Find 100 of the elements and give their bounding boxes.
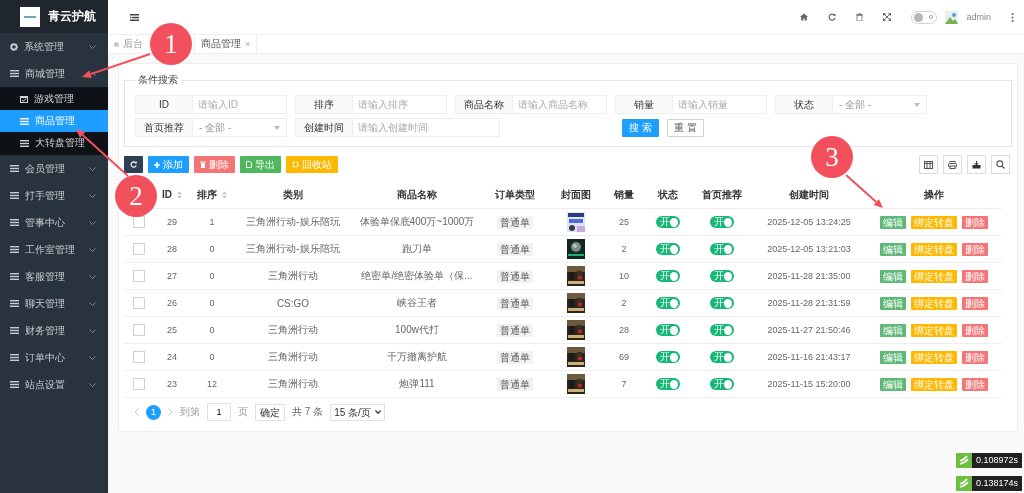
checkbox[interactable]	[133, 216, 145, 228]
fullscreen-icon[interactable]	[883, 13, 892, 21]
checkbox[interactable]	[133, 297, 145, 309]
edit-button[interactable]: 编辑	[880, 242, 906, 256]
sidebar-item[interactable]: 财务管理	[0, 317, 108, 344]
edit-button[interactable]: 编辑	[880, 215, 906, 229]
page-size-select[interactable]: 15 条/页	[330, 403, 385, 421]
input-field[interactable]: 请输入排序	[353, 95, 447, 114]
select-field[interactable]: - 全部 -	[193, 118, 287, 137]
toggle-switch[interactable]: 开	[710, 351, 734, 363]
sidebar-item[interactable]: 管事中心	[0, 209, 108, 236]
input-field[interactable]: 请输入商品名称	[513, 95, 607, 114]
checkbox[interactable]	[133, 378, 145, 390]
checkbox[interactable]	[133, 324, 145, 336]
checkbox[interactable]	[133, 351, 145, 363]
toggle-switch[interactable]: 开	[656, 243, 680, 255]
toggle-switch[interactable]: 开	[710, 243, 734, 255]
toggle-switch[interactable]: 开	[710, 297, 734, 309]
sidebar-item[interactable]: 订单中心	[0, 344, 108, 371]
table-cell: 25	[619, 217, 629, 227]
toggle-switch[interactable]: 开	[656, 324, 680, 336]
table-cell: CS:GO	[276, 297, 310, 309]
bind-button[interactable]: 绑定转盘	[911, 215, 957, 229]
trash-icon[interactable]	[856, 13, 864, 21]
page-tab[interactable]: 商品管理 ×	[194, 35, 258, 53]
select-field[interactable]: - 全部 -	[833, 95, 927, 114]
toggle-switch[interactable]: 开	[656, 351, 680, 363]
bind-button[interactable]: 绑定转盘	[911, 296, 957, 310]
input-field[interactable]: 请输入创建时间	[353, 118, 500, 137]
sidebar-item[interactable]: 站点设置	[0, 371, 108, 398]
add-button[interactable]: 添加	[148, 156, 189, 173]
toggle-switch[interactable]: 开	[710, 216, 734, 228]
bind-button[interactable]: 绑定转盘	[911, 350, 957, 364]
sidebar-item[interactable]: 系统管理	[0, 33, 108, 60]
export-button[interactable]	[967, 155, 986, 174]
menu-toggle-icon[interactable]	[130, 13, 139, 21]
delete-button[interactable]: 删除	[962, 377, 988, 391]
input-field[interactable]: 请输入销量	[673, 95, 767, 114]
submenu-item[interactable]: 游戏管理	[0, 88, 108, 110]
delete-button[interactable]: 删除	[962, 242, 988, 256]
user-name[interactable]: admin	[966, 12, 991, 22]
table-cell: 绝密单/绝密体验单（保...	[361, 270, 473, 281]
sort-icon[interactable]	[177, 190, 182, 199]
search-button[interactable]	[991, 155, 1010, 174]
refresh-button[interactable]	[124, 156, 143, 173]
page-input[interactable]: 1	[207, 403, 231, 421]
edit-button[interactable]: 编辑	[880, 296, 906, 310]
sidebar-item[interactable]: 客服管理	[0, 263, 108, 290]
edit-button[interactable]: 编辑	[880, 350, 906, 364]
field-label: 商品名称	[455, 95, 513, 114]
page-tab[interactable]: 后台	[108, 35, 150, 53]
delete-button[interactable]: 删除	[962, 215, 988, 229]
column-header: 类别	[283, 187, 303, 202]
delete-button[interactable]: 删除	[962, 269, 988, 283]
edit-button[interactable]: 编辑	[880, 323, 906, 337]
toggle-switch[interactable]: 开	[710, 324, 734, 336]
refresh-icon[interactable]	[828, 13, 837, 21]
toggle-switch[interactable]: 开	[710, 378, 734, 390]
table-cell: 2025-11-27 21:50:46	[767, 325, 851, 335]
confirm-button[interactable]: 确定	[255, 403, 285, 421]
sidebar-item[interactable]: 工作室管理	[0, 236, 108, 263]
bind-button[interactable]: 绑定转盘	[911, 242, 957, 256]
bind-button[interactable]: 绑定转盘	[911, 323, 957, 337]
home-icon[interactable]	[800, 13, 809, 21]
reset-button[interactable]: 重 置	[666, 118, 704, 137]
table-cell: 1	[209, 217, 215, 227]
delete-button[interactable]: 删除	[962, 296, 988, 310]
columns-button[interactable]	[919, 155, 938, 174]
arrow	[845, 174, 883, 208]
checkbox[interactable]	[133, 243, 145, 255]
delete-button[interactable]: 删除	[962, 350, 988, 364]
delete-button[interactable]: 删除	[962, 323, 988, 337]
export-button[interactable]: 导出	[240, 156, 281, 173]
sidebar-item[interactable]: 打手管理	[0, 182, 108, 209]
print-button[interactable]	[943, 155, 962, 174]
table-cell: 28	[167, 244, 177, 254]
bind-button[interactable]: 绑定转盘	[911, 377, 957, 391]
input-field[interactable]: 请输入ID	[193, 95, 287, 114]
edit-button[interactable]: 编辑	[880, 269, 906, 283]
bind-button[interactable]: 绑定转盘	[911, 269, 957, 283]
recycle-bin-button[interactable]: 回收站	[286, 156, 338, 173]
page-button[interactable]: 1	[146, 404, 161, 420]
sidebar-item[interactable]: 聊天管理	[0, 290, 108, 317]
toggle-switch[interactable]: 开	[710, 270, 734, 282]
toggle-switch[interactable]: 开	[656, 216, 680, 228]
more-icon[interactable]	[1011, 12, 1014, 22]
close-button[interactable]: ×	[245, 39, 251, 49]
checkbox[interactable]	[133, 270, 145, 282]
sidebar-item[interactable]: 会员管理	[0, 155, 108, 182]
document-icon	[246, 161, 252, 168]
refresh-icon	[130, 161, 137, 168]
toggle-switch[interactable]: 开	[656, 270, 680, 282]
delete-button[interactable]: 删除	[194, 156, 235, 173]
search-button[interactable]: 搜 索	[622, 118, 659, 137]
submenu-item[interactable]: 商品管理	[0, 110, 108, 132]
submenu-item[interactable]: 大转盘管理	[0, 132, 108, 154]
toggle-switch[interactable]: 开	[656, 378, 680, 390]
toggle-switch[interactable]: 开	[656, 297, 680, 309]
sort-icon[interactable]	[222, 190, 227, 199]
edit-button[interactable]: 编辑	[880, 377, 906, 391]
